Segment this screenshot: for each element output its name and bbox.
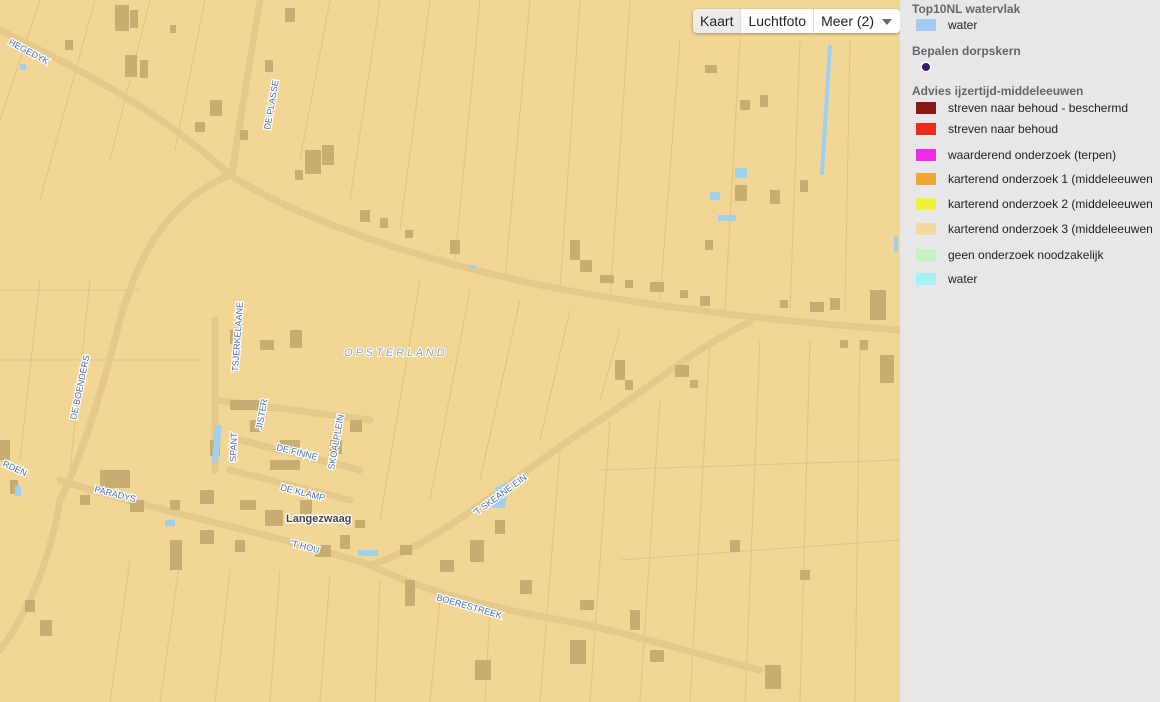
legend-item: karterend onderzoek 3 (middeleeuwen (916, 221, 1153, 237)
legend-item: waarderend onderzoek (terpen) (916, 147, 1116, 163)
legend-item-label: karterend onderzoek 2 (middeleeuwen (948, 197, 1153, 211)
legend-swatch (916, 249, 936, 261)
legend-item-label: water (948, 18, 978, 32)
legend-item: water (916, 271, 977, 287)
street-label-de-plasse: DE PLASSE (262, 79, 281, 130)
street-label-t-hou: 'T HOU (290, 538, 321, 555)
legend-item: water (916, 17, 977, 33)
chevron-down-icon (881, 19, 892, 25)
water-features (15, 45, 898, 556)
legend-item-label: karterend onderzoek 3 (middeleeuwen (948, 222, 1153, 236)
street-label-skoalplein: SKOALPLEIN (326, 413, 346, 470)
legend-item-label: streven naar behoud - beschermd (948, 101, 1129, 115)
legend-swatch (916, 149, 936, 161)
legend-item: streven naar behoud - beschermd (916, 100, 1128, 116)
legend-item-label: streven naar behoud (948, 122, 1059, 136)
map-layer: HEGEDYK DE PLASSE DE BOENDERS TSJERKELAA… (0, 0, 900, 702)
village-core-dot-icon (922, 63, 930, 71)
municipality-label: O P S T E R L A N D (344, 347, 445, 359)
map-type-kaart-button[interactable]: Kaart (693, 9, 742, 33)
map-type-luchtfoto-button[interactable]: Luchtfoto (741, 9, 815, 33)
legend-section-title: Advies ijzertijd-middeleeuwen (912, 84, 1084, 98)
legend-section-title: Top10NL watervlak (912, 2, 1021, 16)
legend-item: geen onderzoek noodzakelijk (916, 247, 1103, 263)
street-label-tsjerkelaane: TSJERKELAANE (230, 302, 245, 373)
legend-swatch (916, 123, 936, 135)
map-type-more-button[interactable]: Meer (2) (814, 9, 900, 33)
legend-section-title: Bepalen dorpskern (912, 44, 1021, 58)
village-label: Langezwaag (286, 513, 351, 525)
map-type-more-label: Meer (2) (821, 13, 874, 29)
map-type-control: Kaart Luchtfoto Meer (2) (693, 9, 900, 33)
street-label-rden: RDEN (1, 459, 28, 479)
legend-swatch (916, 19, 936, 31)
legend-item-label: karterend onderzoek 1 (middeleeuwen (948, 172, 1153, 186)
legend-item-label: waarderend onderzoek (terpen) (948, 148, 1117, 162)
legend-item: karterend onderzoek 1 (middeleeuwen (916, 171, 1153, 187)
legend-swatch (916, 102, 936, 114)
map-canvas[interactable]: HEGEDYK DE PLASSE DE BOENDERS TSJERKELAA… (0, 0, 900, 702)
street-label-de-boenders: DE BOENDERS (68, 354, 91, 420)
legend-item: karterend onderzoek 2 (middeleeuwen (916, 196, 1153, 212)
legend-swatch (916, 198, 936, 210)
legend-item-label: geen onderzoek noodzakelijk (948, 248, 1104, 262)
legend-item-label: water (948, 272, 978, 286)
legend-swatch (916, 273, 936, 285)
legend-swatch (916, 223, 936, 235)
legend-panel: Top10NL watervlak water Bepalen dorpsker… (900, 0, 1160, 702)
street-label-spant: SPANT (228, 432, 239, 462)
legend-swatch (916, 173, 936, 185)
legend-item: streven naar behoud (916, 121, 1058, 137)
